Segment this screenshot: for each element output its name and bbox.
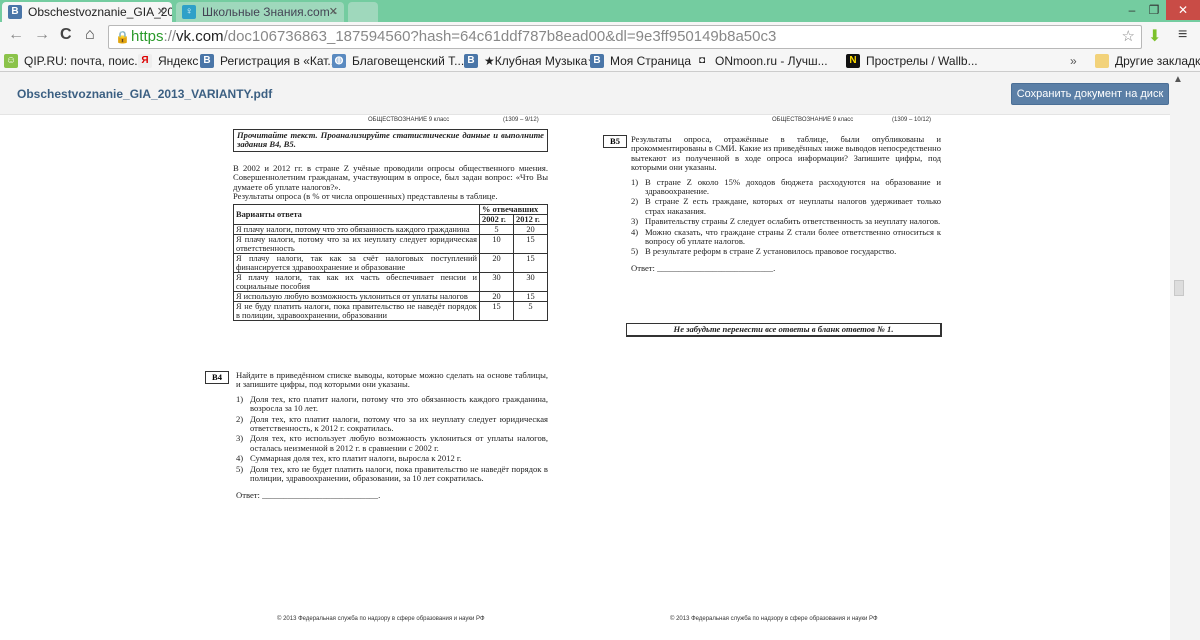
b5-option: 1) В стране Z около 15% доходов бюджета р… (631, 176, 941, 197)
col-2002: 2002 г. (479, 214, 514, 226)
b5-option: 2) В стране Z есть граждане, которых от н… (631, 196, 941, 216)
b5-option: 5) В результате реформ в стране Z установ… (631, 246, 897, 257)
other-bookmarks[interactable]: Другие закладки (1095, 53, 1200, 69)
b4-option: 3) Доля тех, кто использует любую возможн… (236, 433, 548, 453)
b4-option: 1) Доля тех, кто платит налоги, потому чт… (236, 393, 548, 414)
b4-option: 5) Доля тех, кто не будет платить налоги,… (236, 463, 548, 484)
table-row: Я не буду платить налоги, пока правитель… (233, 301, 548, 322)
vk-icon: B (464, 54, 478, 68)
task-b4-label: B4 (205, 371, 229, 384)
lock-icon: 🔒 (115, 30, 130, 44)
onmoon-icon: ◘ (698, 55, 706, 66)
col-percent: % отвечавших (479, 204, 548, 216)
tab-vk-doc[interactable]: B Obschestvoznanie_GIA_20 ✕ (2, 2, 172, 22)
reload-icon[interactable]: C (60, 26, 72, 44)
new-tab-button[interactable] (348, 2, 378, 22)
bookmarks-bar: ☺ QIP.RU: почта, поис... Я Яндекс B Регистр… (0, 51, 1200, 72)
back-icon[interactable]: ← (8, 26, 24, 44)
col-2012: 2012 г. (513, 214, 548, 226)
qip-icon: ☺ (4, 54, 18, 68)
scrollbar[interactable]: ▲ (1170, 72, 1200, 640)
page-header-subject: ОБЩЕСТВОЗНАНИЕ 9 класс (368, 117, 450, 123)
table-row: Я плачу налоги, так как их часть обеспеч… (233, 272, 548, 293)
restore-button[interactable]: ❐ (1142, 0, 1166, 20)
globe-icon: ◍ (332, 54, 346, 68)
survey-table: Варианты ответа% отвечавших 2002 г. 2012 … (233, 204, 548, 322)
menu-icon[interactable]: ≡ (1178, 26, 1187, 44)
forward-icon[interactable]: → (34, 26, 50, 44)
scroll-up-icon[interactable]: ▲ (1173, 74, 1183, 85)
scrollbar-thumb[interactable] (1174, 280, 1184, 296)
b4-option: 2) Доля тех, кто платит налоги, потому чт… (236, 413, 548, 434)
yandex-icon: Я (138, 54, 152, 68)
close-tab-icon[interactable]: ✕ (157, 2, 166, 22)
task-b5: Результаты опроса, отражённые в таблице,… (631, 134, 941, 273)
bookmarks-overflow[interactable]: » (1070, 53, 1077, 69)
bookmark-yandex[interactable]: Я Яндекс (138, 53, 198, 69)
bookmark-my-page[interactable]: B Моя Страница (590, 53, 691, 69)
task-b5-label: B5 (603, 135, 627, 148)
b4-option: 4) Суммарная доля тех, кто платит налоги,… (236, 453, 462, 464)
bookmark-club-music[interactable]: B ★Клубная Музыка★ (464, 53, 598, 69)
vk-icon: B (590, 54, 604, 68)
page-header-code: (1309 – 9/12) (503, 117, 539, 123)
intro-text-2: Результаты опроса (в % от числа опрошенн… (233, 191, 498, 202)
tab-strip: B Obschestvoznanie_GIA_20 ✕ ♀ Школьные Знан… (0, 0, 1200, 22)
b5-option: 3) Правительству страны Z следует ослабит… (631, 216, 941, 227)
page-footer: © 2013 Федеральная служба по надзору в с… (670, 616, 878, 622)
b4-answer-line: Ответ: ___________________________. (236, 490, 381, 501)
b5-answer-line: Ответ: ___________________________. (631, 262, 776, 273)
browser-toolbar: ← → C ⌂ 🔒 https://vk.com/doc106736863_18… (0, 22, 1200, 51)
task-b4: Найдите в приведённом списке выводы, кот… (236, 370, 548, 501)
vk-icon: B (200, 54, 214, 68)
bookmark-prostrely[interactable]: N Прострелы / Wallb... (846, 53, 978, 69)
table-row: Я плачу налоги, потому что это обязаннос… (233, 224, 548, 236)
document-title: Obschestvoznanie_GIA_2013_VARIANTY.pdf (17, 87, 273, 101)
bookmark-registration[interactable]: B Регистрация в «Кат... (200, 53, 337, 69)
intro-text: В 2002 и 2012 гг. в стране Z учёные пров… (233, 162, 548, 192)
vk-icon: B (8, 5, 22, 19)
save-to-disk-button[interactable]: Сохранить документ на диск (1011, 83, 1169, 105)
address-bar[interactable]: 🔒 https://vk.com/doc106736863_187594560?… (108, 25, 1142, 49)
download-icon[interactable]: ⬇ (1148, 26, 1161, 46)
b5-option: 4) Можно сказать, что граждане страны Z с… (631, 226, 941, 247)
table-row: Я плачу налоги, потому что за их неуплат… (233, 234, 548, 255)
folder-icon (1095, 54, 1109, 68)
table-row: Я плачу налоги, так как за счёт налоговы… (233, 253, 548, 274)
reminder-box: Не забудьте перенести все ответы в бланк… (626, 323, 942, 338)
n-icon: N (846, 54, 860, 68)
close-window-button[interactable]: ✕ (1166, 0, 1200, 20)
star-icon[interactable]: ☆ (1122, 26, 1135, 48)
page-footer: © 2013 Федеральная служба по надзору в с… (277, 616, 485, 622)
document-header: Obschestvoznanie_GIA_2013_VARIANTY.pdf С… (0, 72, 1170, 115)
col-answer: Варианты ответа (233, 204, 480, 226)
page-header-code: (1309 – 10/12) (892, 117, 932, 123)
instruction-box: Прочитайте текст. Проанализируйте статис… (233, 129, 548, 152)
minimize-button[interactable]: – (1120, 0, 1144, 20)
table-row: Я использую любую возможность уклониться… (233, 291, 548, 303)
bookmark-qip[interactable]: ☺ QIP.RU: почта, поис... (4, 53, 144, 69)
tab-znanija[interactable]: ♀ Школьные Знания.com - ✕ (176, 2, 344, 22)
home-icon[interactable]: ⌂ (85, 26, 95, 44)
znanija-icon: ♀ (182, 5, 196, 19)
close-tab-icon[interactable]: ✕ (329, 2, 338, 22)
bookmark-blagoveshchensky[interactable]: ◍ Благовещенский Т... (332, 53, 464, 69)
page-header-subject: ОБЩЕСТВОЗНАНИЕ 9 класс (772, 117, 854, 123)
bookmark-onmoon[interactable]: ◘ ONmoon.ru - Лучш... (695, 53, 828, 69)
